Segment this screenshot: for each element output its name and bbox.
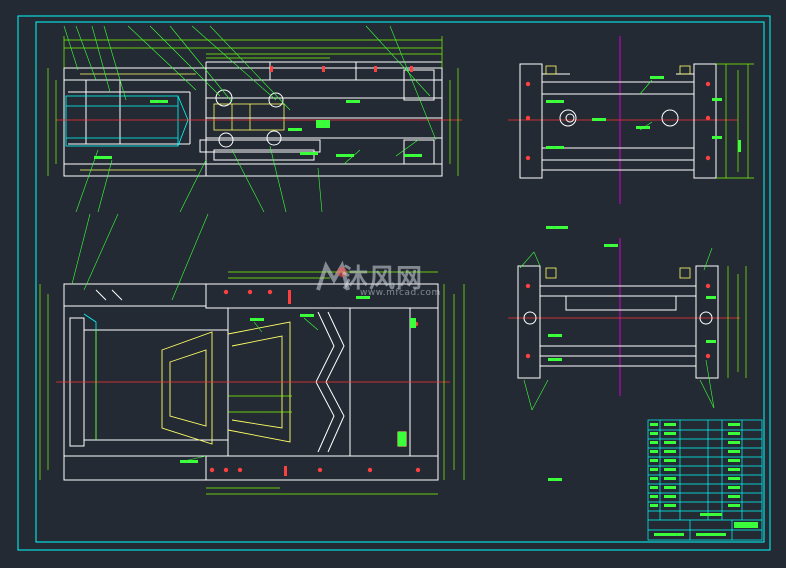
view-top-left bbox=[47, 25, 462, 213]
site-watermark: 沐风网 www.mfcad.com bbox=[312, 258, 482, 304]
view-top-right bbox=[508, 36, 754, 204]
view-bottom-left bbox=[39, 213, 465, 495]
view-bottom-right bbox=[508, 226, 747, 481]
watermark-site-url: www.mfcad.com bbox=[360, 288, 441, 298]
cad-drawing-canvas: 沐风网 www.mfcad.com bbox=[0, 0, 786, 568]
